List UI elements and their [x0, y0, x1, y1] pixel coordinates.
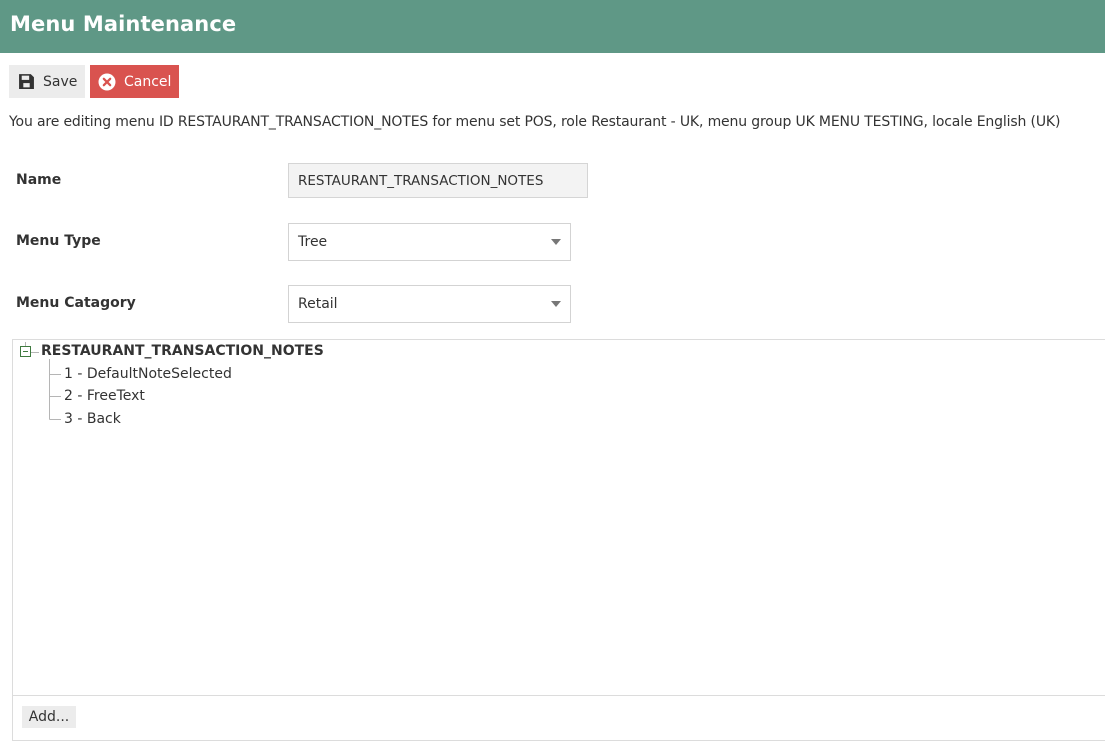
name-label: Name [16, 172, 62, 188]
add-button[interactable]: Add... [22, 706, 76, 728]
menu-type-select[interactable]: Tree [288, 223, 571, 261]
page-title: Menu Maintenance [10, 12, 237, 36]
caret-down-icon [551, 239, 561, 245]
menu-type-value: Tree [298, 234, 328, 250]
tree-root-node[interactable]: RESTAURANT_TRANSACTION_NOTES [41, 343, 324, 359]
minus-box-icon[interactable] [20, 346, 31, 357]
cancel-button[interactable]: Cancel [90, 65, 179, 98]
menu-category-select[interactable]: Retail [288, 285, 571, 323]
tree-footer: Add... [13, 695, 1105, 741]
floppy-disk-icon [16, 72, 36, 92]
x-circle-icon [97, 72, 117, 92]
name-field[interactable]: RESTAURANT_TRANSACTION_NOTES [288, 163, 588, 198]
tree-node-item[interactable]: 2 - FreeText [64, 388, 145, 404]
app-header: Menu Maintenance [0, 0, 1105, 53]
tree-node-item[interactable]: 1 - DefaultNoteSelected [64, 366, 232, 382]
menu-tree-panel: RESTAURANT_TRANSACTION_NOTES 1 - Default… [12, 339, 1105, 741]
menu-type-label: Menu Type [16, 233, 101, 249]
menu-category-value: Retail [298, 296, 338, 312]
save-button[interactable]: Save [9, 65, 85, 98]
editing-info-text: You are editing menu ID RESTAURANT_TRANS… [9, 114, 1061, 130]
tree-node-item[interactable]: 3 - Back [64, 411, 121, 427]
name-field-value: RESTAURANT_TRANSACTION_NOTES [298, 172, 544, 189]
menu-category-label: Menu Catagory [16, 295, 136, 311]
save-button-label: Save [43, 73, 78, 90]
cancel-button-label: Cancel [124, 73, 172, 90]
caret-down-icon [551, 301, 561, 307]
